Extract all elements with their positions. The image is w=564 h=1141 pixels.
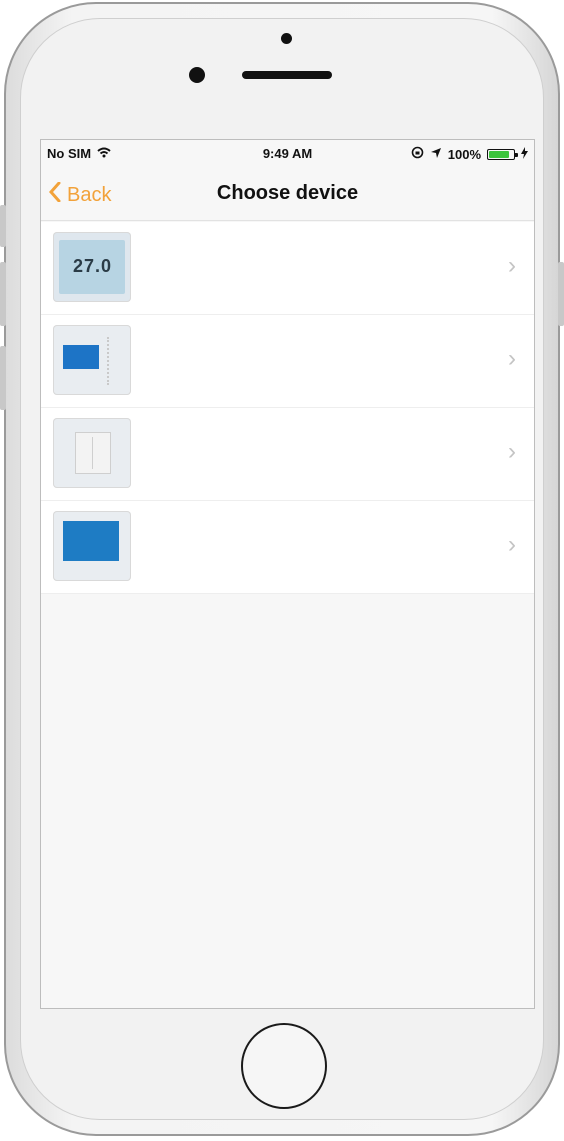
app-screen: No SIM 9:49 AM 100% Back Choose device 2… <box>40 139 535 1009</box>
panel-switch-icon <box>75 432 111 474</box>
status-bar: No SIM 9:49 AM 100% <box>41 140 534 168</box>
proximity-sensor <box>189 67 205 83</box>
chevron-right-icon: › <box>508 531 516 558</box>
device-list: › › › › <box>41 222 534 594</box>
chevron-right-icon: › <box>508 345 516 372</box>
chevron-right-icon: › <box>508 438 516 465</box>
device-row-4[interactable]: › <box>41 501 534 594</box>
status-right: 100% <box>411 146 528 162</box>
page-title: Choose device <box>216 182 359 204</box>
blue-screen-thermostat-icon <box>53 325 131 395</box>
volume-up-button <box>0 262 6 326</box>
white-panel-thermostat-icon <box>53 418 131 488</box>
blue-display-icon <box>63 345 99 369</box>
battery-percentage: 100% <box>447 146 481 162</box>
device-row-1[interactable]: › <box>41 222 534 315</box>
device-row-3[interactable]: › <box>41 408 534 501</box>
large-blue-screen-thermostat-icon <box>53 511 131 581</box>
volume-down-button <box>0 346 6 410</box>
front-camera <box>281 33 292 44</box>
lcd-thermostat-icon <box>53 232 131 302</box>
location-arrow-icon <box>430 147 442 162</box>
large-blue-display-icon <box>63 521 119 561</box>
button-column-icon <box>107 337 127 385</box>
mute-switch <box>0 205 6 247</box>
charging-bolt-icon <box>521 146 528 162</box>
rotation-lock-icon <box>411 146 424 162</box>
home-button[interactable] <box>241 1023 327 1109</box>
earpiece-speaker <box>242 71 332 79</box>
power-button <box>558 262 564 326</box>
lcd-display-icon <box>59 240 125 294</box>
battery-icon <box>487 148 518 160</box>
chevron-right-icon: › <box>508 252 516 279</box>
device-row-2[interactable]: › <box>41 315 534 408</box>
navigation-bar: Back Choose device <box>41 168 534 221</box>
